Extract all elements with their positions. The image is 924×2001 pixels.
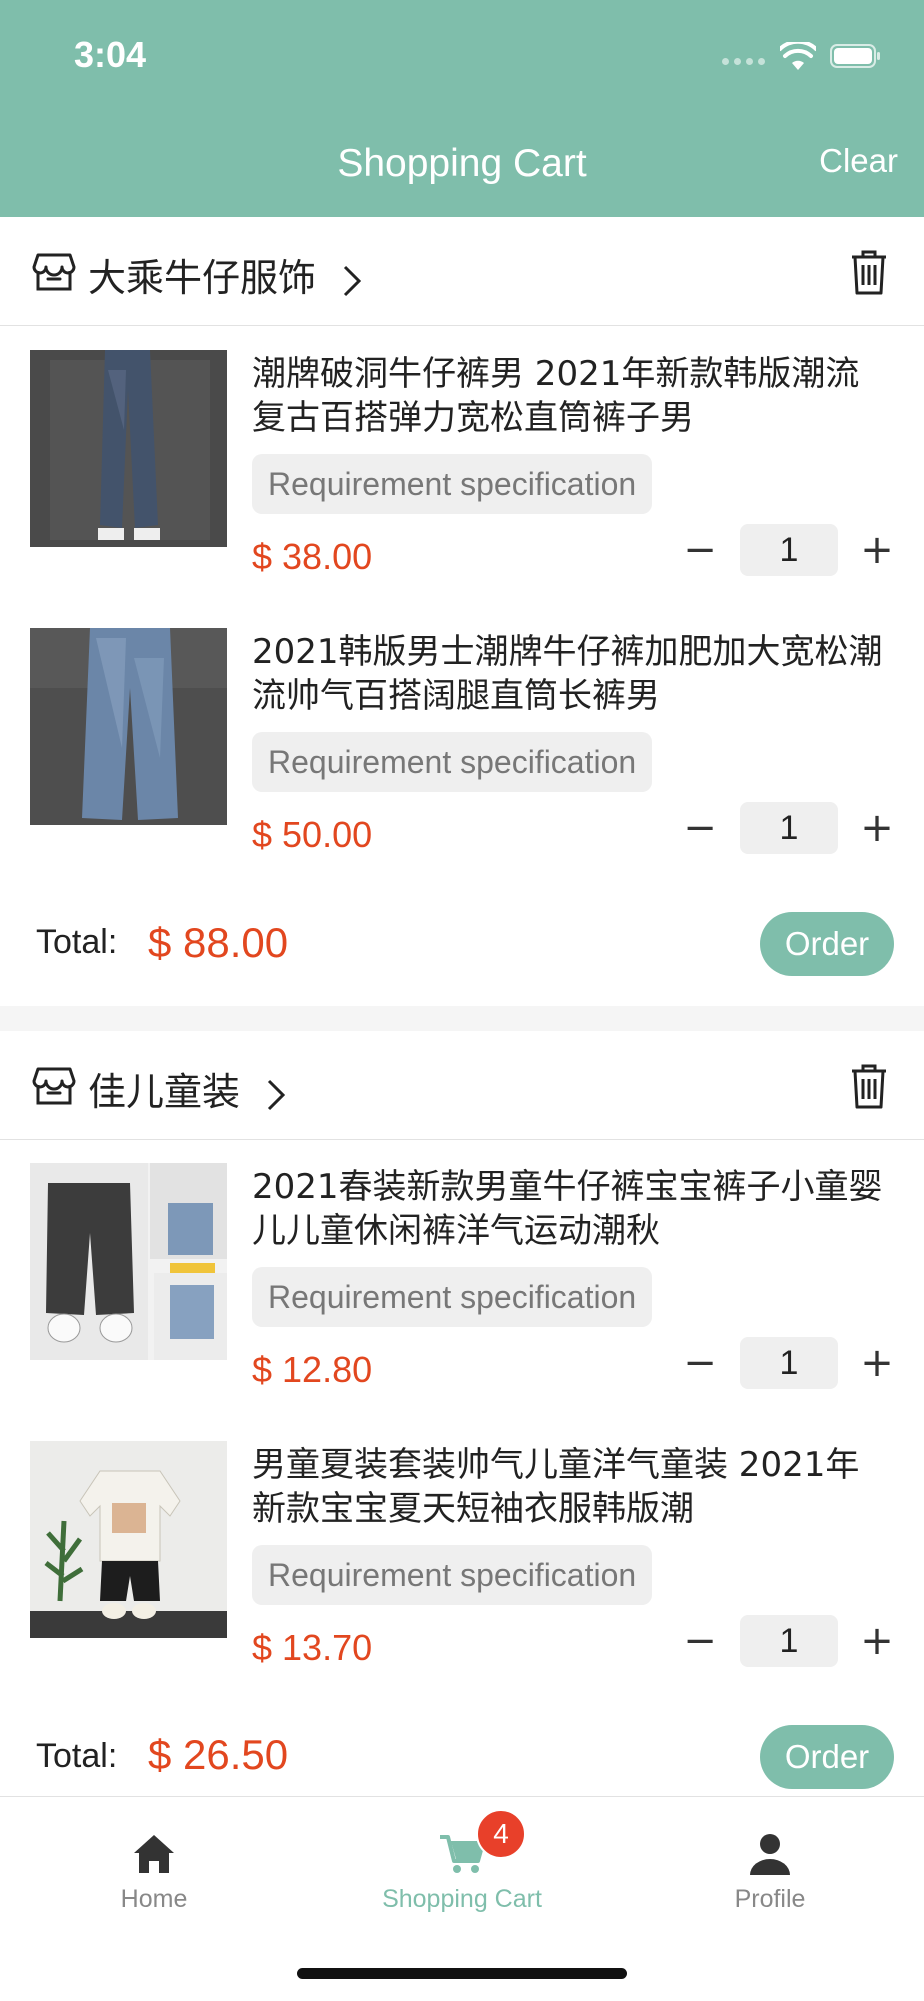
total-label: Total:	[36, 923, 118, 961]
total-amount: $ 88.00	[148, 919, 289, 966]
home-indicator[interactable]	[297, 1968, 627, 1979]
store-name[interactable]: 大乘牛仔服饰	[88, 247, 362, 302]
profile-icon	[750, 1834, 790, 1875]
wifi-icon	[780, 42, 816, 70]
cart-item: 潮牌破洞牛仔裤男 2021年新款韩版潮流复古百搭弹力宽松直筒裤子男 Requir…	[0, 350, 924, 580]
decrease-quantity-button[interactable]: −	[683, 1617, 717, 1667]
product-title[interactable]: 2021春装新款男童牛仔裤宝宝裤子小童婴儿儿童休闲裤洋气运动潮秋	[252, 1165, 892, 1253]
tab-profile-label: Profile	[734, 1885, 806, 1913]
status-time: 3:04	[74, 34, 147, 75]
trash-icon[interactable]	[850, 1063, 888, 1109]
store-name-text: 大乘牛仔服饰	[88, 256, 317, 300]
tab-cart-label: Shopping Cart	[382, 1885, 542, 1913]
product-price: $ 38.00	[252, 536, 373, 577]
cart-item: 男童夏装套装帅气儿童洋气童装 2021年新款宝宝夏天短袖衣服韩版潮 Requir…	[0, 1441, 924, 1671]
store-header[interactable]: 佳儿童装	[0, 1031, 924, 1140]
spec-selector[interactable]: Requirement specification	[252, 1545, 653, 1605]
total-label: Total:	[36, 1737, 118, 1775]
nav-header: 3:04 Shopping Cart Clear	[0, 0, 924, 217]
product-title[interactable]: 男童夏装套装帅气儿童洋气童装 2021年新款宝宝夏天短袖衣服韩版潮	[252, 1443, 892, 1531]
quantity-field[interactable]: 1	[740, 1337, 838, 1389]
cart-item: 2021韩版男士潮牌牛仔裤加肥加大宽松潮流帅气百搭阔腿直筒长裤男 Require…	[0, 628, 924, 858]
increase-quantity-button[interactable]: +	[860, 1339, 894, 1389]
total-amount: $ 26.50	[148, 1731, 289, 1778]
order-button[interactable]: Order	[760, 1725, 894, 1789]
clear-button[interactable]: Clear	[819, 142, 898, 180]
spec-selector[interactable]: Requirement specification	[252, 454, 653, 514]
tab-home[interactable]: Home	[0, 1797, 308, 1937]
battery-icon	[830, 44, 880, 68]
quantity-field[interactable]: 1	[740, 524, 838, 576]
spec-selector[interactable]: Requirement specification	[252, 1267, 653, 1327]
cart-count-badge: 4	[476, 1809, 526, 1859]
store-name-text: 佳儿童装	[88, 1070, 241, 1114]
tab-home-label: Home	[120, 1885, 188, 1913]
cart-item: 2021春装新款男童牛仔裤宝宝裤子小童婴儿儿童休闲裤洋气运动潮秋 Require…	[0, 1163, 924, 1393]
store-icon	[32, 253, 76, 291]
chevron-right-icon	[268, 1079, 286, 1110]
quantity-field[interactable]: 1	[740, 802, 838, 854]
quantity-field[interactable]: 1	[740, 1615, 838, 1667]
store-card: 佳儿童装 2021春装新款男童牛仔裤宝宝裤子小童婴儿儿童休闲裤洋气运动潮秋 Re…	[0, 1031, 924, 1796]
product-image[interactable]	[30, 1163, 227, 1360]
product-price: $ 12.80	[252, 1349, 373, 1390]
product-price: $ 50.00	[252, 814, 373, 855]
chevron-right-icon	[344, 265, 362, 296]
product-title[interactable]: 潮牌破洞牛仔裤男 2021年新款韩版潮流复古百搭弹力宽松直筒裤子男	[252, 352, 892, 440]
decrease-quantity-button[interactable]: −	[683, 804, 717, 854]
home-icon	[134, 1835, 174, 1873]
increase-quantity-button[interactable]: +	[860, 804, 894, 854]
store-card: 大乘牛仔服饰 潮牌破洞牛仔裤男 2021年新款韩版潮流复古百搭弹力宽松直筒裤子男…	[0, 217, 924, 1006]
product-image[interactable]	[30, 350, 227, 547]
product-price: $ 13.70	[252, 1627, 373, 1668]
increase-quantity-button[interactable]: +	[860, 1617, 894, 1667]
tab-profile[interactable]: Profile	[616, 1797, 924, 1937]
tab-cart[interactable]: 4 Shopping Cart	[308, 1797, 616, 1937]
store-name[interactable]: 佳儿童装	[88, 1061, 286, 1116]
product-image[interactable]	[30, 1441, 227, 1638]
spec-selector[interactable]: Requirement specification	[252, 732, 653, 792]
product-image[interactable]	[30, 628, 227, 825]
store-icon	[32, 1067, 76, 1105]
increase-quantity-button[interactable]: +	[860, 526, 894, 576]
order-button[interactable]: Order	[760, 912, 894, 976]
decrease-quantity-button[interactable]: −	[683, 526, 717, 576]
store-header[interactable]: 大乘牛仔服饰	[0, 217, 924, 326]
page-title: Shopping Cart	[337, 142, 587, 185]
decrease-quantity-button[interactable]: −	[683, 1339, 717, 1389]
trash-icon[interactable]	[850, 249, 888, 295]
cellular-signal-icon	[722, 58, 766, 66]
product-title[interactable]: 2021韩版男士潮牌牛仔裤加肥加大宽松潮流帅气百搭阔腿直筒长裤男	[252, 630, 892, 718]
